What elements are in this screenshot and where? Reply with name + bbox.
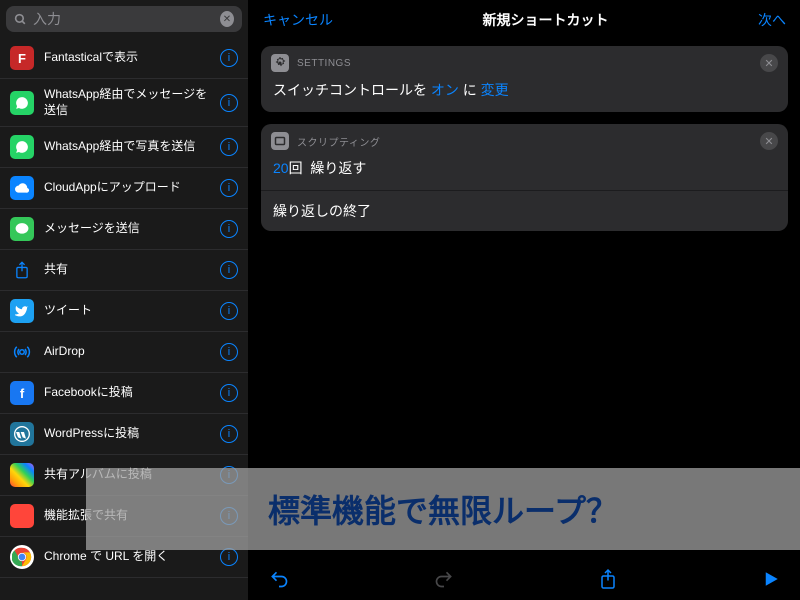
info-icon[interactable]: i: [220, 384, 238, 402]
whatsapp-icon: [10, 91, 34, 115]
info-icon[interactable]: i: [220, 548, 238, 566]
action-item-cloudapp[interactable]: CloudAppにアップロード i: [0, 168, 248, 209]
messages-icon: [10, 217, 34, 241]
action-label: Facebookに投稿: [44, 385, 210, 401]
action-label: CloudAppにアップロード: [44, 180, 210, 196]
text: 回: [289, 160, 303, 176]
action-item-whatsapp-msg[interactable]: WhatsApp経由でメッセージを送信 i: [0, 79, 248, 127]
info-icon[interactable]: i: [220, 94, 238, 112]
text: に: [463, 82, 477, 98]
close-icon[interactable]: ✕: [760, 132, 778, 150]
close-icon[interactable]: ✕: [760, 54, 778, 72]
clear-search-icon[interactable]: ✕: [220, 11, 234, 27]
action-label: メッセージを送信: [44, 221, 210, 237]
action-item-fantastical[interactable]: F Fantasticalで表示 i: [0, 38, 248, 79]
share-icon: [10, 258, 34, 282]
action-item-wordpress[interactable]: WordPressに投稿 i: [0, 414, 248, 455]
action-item-share[interactable]: 共有 i: [0, 250, 248, 291]
topbar: キャンセル 新規ショートカット 次へ: [249, 0, 800, 40]
action-item-facebook[interactable]: f Facebookに投稿 i: [0, 373, 248, 414]
info-icon[interactable]: i: [220, 343, 238, 361]
redo-icon: [434, 569, 454, 589]
action-label: 共有: [44, 262, 210, 278]
settings-action-card[interactable]: SETTINGS ✕ スイッチコントロールを オン に 変更: [261, 46, 788, 112]
action-label: Fantasticalで表示: [44, 50, 210, 66]
action-label: AirDrop: [44, 344, 210, 360]
twitter-icon: [10, 299, 34, 323]
info-icon[interactable]: i: [220, 425, 238, 443]
card-header-label: SETTINGS: [297, 58, 752, 69]
card-body: 20回 繰り返す: [261, 152, 788, 190]
overlay-text: 標準機能で無限ループ？: [106, 486, 780, 532]
info-icon[interactable]: i: [220, 261, 238, 279]
next-button[interactable]: 次へ: [758, 10, 786, 30]
gear-icon: [271, 54, 289, 72]
action-item-twitter[interactable]: ツイート i: [0, 291, 248, 332]
whatsapp-icon: [10, 135, 34, 159]
wordpress-icon: [10, 422, 34, 446]
search-input[interactable]: [33, 11, 214, 27]
play-icon[interactable]: [762, 570, 780, 588]
text: 繰り返す: [310, 160, 366, 176]
cancel-button[interactable]: キャンセル: [263, 10, 333, 30]
search-icon: [14, 13, 27, 26]
info-icon[interactable]: i: [220, 302, 238, 320]
overlay-banner: 標準機能で無限ループ？: [86, 468, 800, 550]
share-icon[interactable]: [599, 568, 617, 590]
page-title: 新規ショートカット: [483, 10, 609, 30]
param-action[interactable]: 変更: [481, 82, 509, 98]
chrome-icon: [10, 545, 34, 569]
action-item-whatsapp-photo[interactable]: WhatsApp経由で写真を送信 i: [0, 127, 248, 168]
action-label: ツイート: [44, 303, 210, 319]
card-header-label: スクリプティング: [297, 134, 752, 149]
info-icon[interactable]: i: [220, 179, 238, 197]
fantastical-icon: F: [10, 46, 34, 70]
airdrop-icon: [10, 340, 34, 364]
action-label: Chrome で URL を開く: [44, 549, 210, 565]
action-item-airdrop[interactable]: AirDrop i: [0, 332, 248, 373]
undo-icon[interactable]: [269, 569, 289, 589]
card-body: スイッチコントロールを オン に 変更: [261, 74, 788, 112]
action-label: WhatsApp経由でメッセージを送信: [44, 87, 210, 118]
repeat-end-row: 繰り返しの終了: [261, 190, 788, 231]
scripting-icon: [271, 132, 289, 150]
facebook-icon: f: [10, 381, 34, 405]
action-label: WhatsApp経由で写真を送信: [44, 139, 210, 155]
search-bar[interactable]: ✕: [6, 6, 242, 32]
info-icon[interactable]: i: [220, 138, 238, 156]
action-label: WordPressに投稿: [44, 426, 210, 442]
cloudapp-icon: [10, 176, 34, 200]
action-item-message[interactable]: メッセージを送信 i: [0, 209, 248, 250]
param-count[interactable]: 20: [273, 160, 289, 176]
info-icon[interactable]: i: [220, 49, 238, 67]
text: スイッチコントロールを: [273, 82, 427, 98]
scripting-action-card[interactable]: スクリプティング ✕ 20回 繰り返す 繰り返しの終了: [261, 124, 788, 231]
bottombar: [249, 558, 800, 600]
photos-icon: [10, 463, 34, 487]
info-icon[interactable]: i: [220, 220, 238, 238]
param-value[interactable]: オン: [431, 82, 459, 98]
extension-icon: [10, 504, 34, 528]
